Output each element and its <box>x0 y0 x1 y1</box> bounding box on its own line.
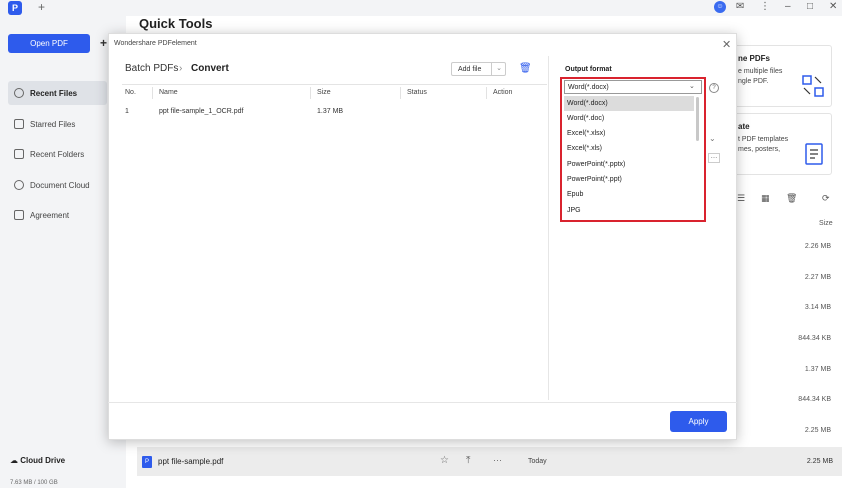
file-row[interactable] <box>137 447 842 476</box>
card-title: ate <box>738 122 750 131</box>
card-text: mes, posters, <box>738 146 781 153</box>
clock-icon <box>14 88 24 98</box>
column-divider <box>152 87 153 99</box>
format-option[interactable]: Word(*.docx) <box>564 96 694 111</box>
chevron-down-icon[interactable]: ⌄ <box>491 62 506 76</box>
template-icon <box>805 143 823 165</box>
breadcrumb-convert: Convert <box>191 63 229 74</box>
sidebar-item-label: Starred Files <box>30 119 76 129</box>
folder-icon <box>14 149 24 159</box>
minimize-button[interactable]: – <box>785 1 791 12</box>
add-file-label: Add file <box>458 66 482 73</box>
sidebar-item-label: Document Cloud <box>30 180 90 190</box>
column-header-no: No. <box>125 89 136 96</box>
column-header-status: Status <box>407 89 427 96</box>
more-options-icon[interactable]: … <box>708 153 720 163</box>
pdf-file-icon: P <box>142 456 152 468</box>
more-icon[interactable]: ··· <box>493 455 502 465</box>
file-size: 1.37 MB <box>804 366 831 373</box>
upload-icon[interactable]: ⤒ <box>466 455 470 466</box>
sidebar-item-recent-files[interactable]: Recent Files <box>8 81 107 105</box>
dropdown-scrollbar[interactable] <box>696 97 699 141</box>
file-size: 844.34 KB <box>798 396 831 403</box>
refresh-icon[interactable]: ⟳ <box>822 193 830 204</box>
breadcrumb-batch-pdfs[interactable]: Batch PDFs <box>125 63 178 74</box>
user-avatar-icon[interactable]: ☺ <box>714 1 726 13</box>
output-format-select[interactable]: Word(*.docx) <box>564 80 702 94</box>
star-icon <box>14 119 24 129</box>
star-icon[interactable]: ☆ <box>440 455 449 466</box>
format-option[interactable]: Excel(*.xlsx) <box>564 126 694 141</box>
sidebar-item-recent-folders[interactable]: Recent Folders <box>8 142 107 166</box>
file-size: 3.14 MB <box>804 304 831 311</box>
page-title: Quick Tools <box>139 16 213 31</box>
format-option[interactable]: Epub <box>564 187 694 202</box>
cloud-drive-label[interactable]: ☁ Cloud Drive <box>10 456 65 465</box>
card-text: e multiple files <box>738 68 783 75</box>
column-divider <box>486 87 487 99</box>
file-size: 844.34 KB <box>798 335 831 342</box>
help-icon[interactable]: ? <box>709 83 719 93</box>
card-text: t PDF templates <box>738 136 789 143</box>
chevron-right-icon: › <box>179 63 183 74</box>
format-option[interactable]: Word(*.doc) <box>564 111 694 126</box>
row-file-name: ppt file-sample_1_OCR.pdf <box>159 108 244 115</box>
create-plus-button[interactable]: + <box>100 36 107 50</box>
close-icon[interactable]: ✕ <box>722 38 731 51</box>
file-size: 2.25 MB <box>806 458 833 465</box>
row-number: 1 <box>125 108 129 115</box>
card-text: ngle PDF. <box>738 78 769 85</box>
file-size: 2.26 MB <box>804 243 831 250</box>
row-file-size: 1.37 MB <box>317 108 344 115</box>
file-size: 2.25 MB <box>804 427 831 434</box>
cloud-icon <box>14 180 24 190</box>
file-date: Today <box>528 458 547 465</box>
column-header-size: Size <box>317 89 331 96</box>
sidebar-item-agreement[interactable]: Agreement <box>8 203 107 227</box>
sidebar-item-label: Agreement <box>30 210 70 220</box>
open-pdf-button[interactable]: Open PDF <box>8 34 90 53</box>
delete-icon[interactable]: 🗑 <box>786 193 797 204</box>
card-title: ne PDFs <box>738 54 771 63</box>
format-option[interactable]: JPG <box>564 203 694 218</box>
new-tab-button[interactable]: + <box>38 0 45 14</box>
list-view-icon[interactable]: ☰ <box>737 193 745 204</box>
header-divider <box>122 84 547 85</box>
maximize-button[interactable]: □ <box>807 1 813 12</box>
close-window-button[interactable]: ✕ <box>829 1 837 12</box>
file-size: 2.27 MB <box>804 274 831 281</box>
column-divider <box>310 87 311 99</box>
format-option[interactable]: PowerPoint(*.ppt) <box>564 172 694 187</box>
sidebar-item-label: Recent Files <box>30 88 78 98</box>
grid-view-icon[interactable]: ▦ <box>761 193 770 204</box>
menu-icon[interactable]: ⋮ <box>760 1 770 12</box>
chevron-down-icon[interactable]: ⌄ <box>709 134 716 143</box>
file-name: ppt file-sample.pdf <box>158 457 224 466</box>
sidebar-item-label: Recent Folders <box>30 149 85 159</box>
app-logo: P <box>8 1 22 15</box>
dialog-title: Wondershare PDFelement <box>114 40 197 47</box>
agreement-icon <box>14 210 24 220</box>
sidebar-item-starred-files[interactable]: Starred Files <box>8 112 107 136</box>
sidebar-item-document-cloud[interactable]: Document Cloud <box>8 173 107 197</box>
chevron-down-icon[interactable]: ⌄ <box>689 80 695 94</box>
output-format-label: Output format <box>565 66 612 73</box>
format-option[interactable]: PowerPoint(*.pptx) <box>564 157 694 172</box>
trash-icon[interactable]: 🗑 <box>519 63 532 74</box>
column-header-action: Action <box>493 89 513 96</box>
column-divider <box>400 87 401 99</box>
footer-divider <box>108 402 737 403</box>
combine-icon <box>802 75 824 97</box>
format-option[interactable]: Excel(*.xls) <box>564 141 694 156</box>
panel-divider <box>548 56 549 400</box>
storage-usage: 7.63 MB / 100 GB <box>10 480 58 486</box>
cloud-drive-text: Cloud Drive <box>20 456 66 465</box>
column-header-name: Name <box>159 89 178 96</box>
size-column-header: Size <box>819 220 833 227</box>
apply-button[interactable]: Apply <box>670 411 727 432</box>
feedback-icon[interactable]: ✉ <box>736 1 744 12</box>
